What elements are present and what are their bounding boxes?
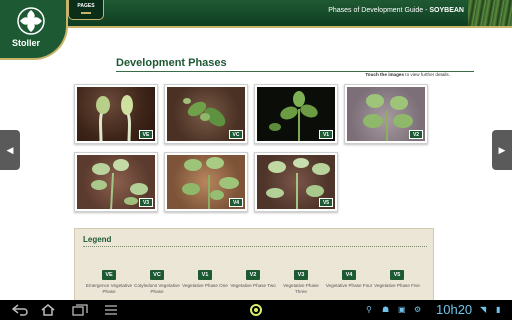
home-icon[interactable]: [40, 304, 56, 320]
legend-label: Vegetative Phase Four: [325, 283, 373, 288]
grip-icon: [81, 12, 91, 14]
usb-icon: ⚲: [366, 305, 372, 314]
recent-apps-icon[interactable]: [72, 304, 88, 320]
phase-thumbnail-v1[interactable]: V1: [254, 84, 338, 144]
legend-code: VE: [102, 270, 116, 280]
app-launcher-icon[interactable]: [250, 304, 262, 316]
chevron-right-icon: ▶: [498, 145, 506, 155]
legend-item: V4 Vegetative Phase Four: [325, 263, 373, 289]
phase-badge: V2: [409, 130, 423, 139]
legend-label: Vegetative Phase Five: [374, 283, 420, 288]
phase-badge: V1: [319, 130, 333, 139]
phase-thumbnail-v3[interactable]: V3: [74, 152, 158, 212]
legend-title: Legend: [83, 235, 112, 244]
phase-thumbnail-v4[interactable]: V4: [164, 152, 248, 212]
previous-page-button[interactable]: ◀: [0, 130, 20, 170]
legend-code: V3: [294, 270, 308, 280]
header-divider: [0, 26, 512, 28]
legend-item: VE Emergence Vegetative Phase: [85, 263, 133, 295]
legend-code: VC: [150, 270, 164, 280]
legend-divider: [83, 246, 427, 247]
phase-badge: V3: [139, 198, 153, 207]
phase-badge: V5: [319, 198, 333, 207]
header-soybean-photo: [468, 0, 512, 26]
stoller-logo[interactable]: Stoller: [0, 0, 68, 60]
touch-hint-bold: Touch the images: [365, 72, 405, 77]
phase-thumbnail-v2[interactable]: V2: [344, 84, 428, 144]
legend-item: VC Cotyledons Vegetative Phase: [133, 263, 181, 295]
screenshot-icon: ▣: [398, 305, 406, 314]
phase-badge: VC: [229, 130, 243, 139]
logo-text: Stoller: [12, 38, 41, 48]
phase-thumbnail-ve[interactable]: VE: [74, 84, 158, 144]
guide-title-crop: SOYBEAN: [429, 7, 464, 14]
system-navigation-bar: ⚲ ☗ ▣ ⚙ 10h20 ◥ ▮: [0, 300, 512, 320]
legend-panel: Legend VE Emergence Vegetative Phase VC …: [74, 228, 434, 304]
next-page-button[interactable]: ▶: [492, 130, 512, 170]
phase-badge: V4: [229, 198, 243, 207]
legend-label: Cotyledons Vegetative Phase: [134, 283, 180, 294]
wifi-icon: ◥: [480, 305, 487, 314]
page-title: Development Phases: [116, 57, 227, 69]
legend-label: Vegetative Phase Two: [230, 283, 276, 288]
touch-hint-rest: to view further details.: [404, 72, 450, 77]
legend-item: V2 Vegetative Phase Two: [229, 263, 277, 289]
back-icon[interactable]: [11, 304, 30, 320]
legend-item: V5 Vegetative Phase Five: [373, 263, 421, 289]
chevron-left-icon: ◀: [6, 145, 14, 155]
legend-label: Vegetative Phase Three: [283, 283, 319, 294]
guide-title: Phases of Development Guide - SOYBEAN: [328, 7, 464, 14]
pages-label: PAGES: [77, 3, 95, 9]
phase-thumbnail-vc[interactable]: VC: [164, 84, 248, 144]
touch-hint: Touch the images to view further details…: [365, 72, 450, 77]
menu-icon[interactable]: [104, 304, 118, 320]
legend-item: V1 Vegetative Phase One: [181, 263, 229, 289]
battery-icon: ▮: [496, 305, 501, 314]
status-clock[interactable]: 10h20: [436, 302, 472, 317]
legend-label: Emergence Vegetative Phase: [85, 283, 133, 294]
guide-title-prefix: Phases of Development Guide -: [328, 7, 430, 14]
legend-code: V5: [390, 270, 404, 280]
legend-label: Vegetative Phase One: [182, 283, 228, 288]
legend-code: V4: [342, 270, 356, 280]
stoller-emblem-icon: [17, 7, 45, 35]
legend-code: V1: [198, 270, 212, 280]
android-icon: ☗: [382, 305, 390, 314]
pages-menu-button[interactable]: PAGES: [68, 0, 104, 20]
phase-badge: VE: [139, 130, 153, 139]
legend-item: V3 Vegetative Phase Three: [277, 263, 325, 295]
settings-icon: ⚙: [414, 305, 422, 314]
phase-thumbnail-v5[interactable]: V5: [254, 152, 338, 212]
legend-code: V2: [246, 270, 260, 280]
